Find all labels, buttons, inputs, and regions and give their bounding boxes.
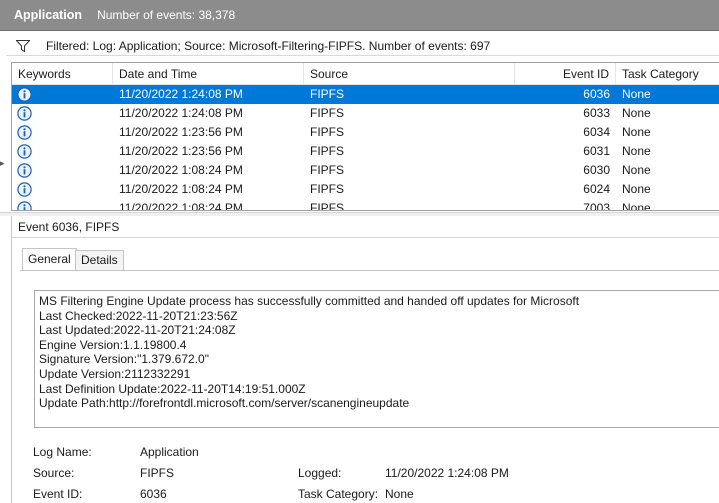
cell-task-category: None: [622, 106, 651, 120]
table-row[interactable]: 11/20/2022 1:08:24 PM FIPFS 6024 None: [12, 180, 719, 199]
cell-source: FIPFS: [310, 125, 345, 139]
logged-label: Logged:: [298, 466, 342, 480]
source-label: Source:: [33, 466, 75, 480]
message-line: Update Version:2112332291: [39, 366, 191, 381]
message-line: Last Checked:2022-11-20T21:23:56Z: [39, 308, 238, 323]
message-line: Signature Version:"1.379.672.0": [39, 352, 209, 367]
info-icon: [17, 106, 32, 121]
general-tab-panel: MS Filtering Engine Update process has s…: [20, 270, 719, 503]
events-table: Keywords Date and Time Source Event ID T…: [11, 62, 719, 211]
tab-general[interactable]: General: [22, 248, 77, 270]
cell-event-id: 6024: [583, 182, 610, 196]
cell-date-time: 11/20/2022 1:08:24 PM: [119, 201, 243, 211]
log-name-label: Log Name:: [33, 445, 92, 459]
message-line: Last Updated:2022-11-20T21:24:08Z: [39, 323, 236, 338]
table-row[interactable]: 11/20/2022 1:24:08 PM FIPFS 6036 None: [12, 85, 719, 104]
info-icon: [17, 125, 32, 140]
column-event-id[interactable]: Event ID: [515, 63, 616, 85]
cell-event-id: 6033: [583, 106, 610, 120]
task-category-label: Task Category:: [298, 487, 379, 501]
cell-source: FIPFS: [310, 144, 345, 158]
cell-task-category: None: [622, 201, 651, 211]
message-line: MS Filtering Engine Update process has s…: [39, 294, 580, 308]
event-count: Number of events: 38,378: [97, 8, 236, 22]
cell-event-id: 6036: [583, 87, 610, 101]
detail-title: Event 6036, FIPFS: [12, 216, 719, 238]
cell-source: FIPFS: [310, 106, 345, 120]
task-category-value: None: [385, 487, 414, 501]
cell-source: FIPFS: [310, 201, 345, 211]
log-name-value: Application: [140, 445, 199, 459]
table-row[interactable]: 11/20/2022 1:24:08 PM FIPFS 6033 None: [12, 104, 719, 123]
cell-task-category: None: [622, 182, 651, 196]
cell-date-time: 11/20/2022 1:08:24 PM: [119, 163, 243, 177]
cell-date-time: 11/20/2022 1:23:56 PM: [119, 125, 243, 139]
cell-event-id: 6034: [583, 125, 610, 139]
filter-text: Filtered: Log: Application; Source: Micr…: [46, 38, 491, 53]
table-row[interactable]: 11/20/2022 1:23:56 PM FIPFS 6031 None: [12, 142, 719, 161]
cell-source: FIPFS: [310, 182, 345, 196]
cell-date-time: 11/20/2022 1:23:56 PM: [119, 144, 243, 158]
message-line: Engine Version:1.1.19800.4: [39, 337, 187, 352]
info-icon: [17, 201, 32, 210]
cell-task-category: None: [622, 163, 651, 177]
column-source[interactable]: Source: [304, 63, 515, 85]
source-value: FIPFS: [140, 466, 175, 480]
message-line: Last Definition Update:2022-11-20T14:19:…: [39, 381, 306, 396]
column-task-category[interactable]: Task Category: [616, 63, 719, 85]
cell-event-id: 6030: [583, 163, 610, 177]
event-detail-pane: Event 6036, FIPFS General Details MS Fil…: [11, 216, 719, 503]
cell-date-time: 11/20/2022 1:24:08 PM: [119, 106, 243, 120]
table-row[interactable]: 11/20/2022 1:23:56 PM FIPFS 6034 None: [12, 123, 719, 142]
message-line: Update Path:http://forefrontdl.microsoft…: [39, 396, 410, 411]
side-marker: ▸: [0, 158, 5, 168]
info-icon: [17, 144, 32, 159]
cell-event-id: 7003: [583, 201, 610, 211]
cell-task-category: None: [622, 87, 651, 101]
info-icon: [17, 163, 32, 178]
event-message-box[interactable]: MS Filtering Engine Update process has s…: [34, 290, 719, 428]
log-title: Application: [14, 8, 83, 22]
cell-source: FIPFS: [310, 87, 345, 101]
column-date-time[interactable]: Date and Time: [113, 63, 304, 85]
info-icon: [17, 87, 32, 102]
logged-value: 11/20/2022 1:24:08 PM: [385, 466, 509, 480]
filter-bar: Filtered: Log: Application; Source: Micr…: [6, 36, 719, 56]
log-header-bar: Application Number of events: 38,378: [0, 0, 719, 31]
event-id-value: 6036: [140, 487, 167, 501]
cell-date-time: 11/20/2022 1:08:24 PM: [119, 182, 243, 196]
cell-event-id: 6031: [583, 144, 610, 158]
tab-details[interactable]: Details: [75, 250, 124, 270]
table-row[interactable]: 11/20/2022 1:08:24 PM FIPFS 6030 None: [12, 161, 719, 180]
cell-task-category: None: [622, 125, 651, 139]
cell-task-category: None: [622, 144, 651, 158]
table-header: Keywords Date and Time Source Event ID T…: [12, 63, 719, 85]
cell-source: FIPFS: [310, 163, 345, 177]
info-icon: [17, 182, 32, 197]
table-row[interactable]: 11/20/2022 1:08:24 PM FIPFS 7003 None: [12, 199, 719, 211]
event-id-label: Event ID:: [33, 487, 83, 501]
cell-date-time: 11/20/2022 1:24:08 PM: [119, 87, 243, 101]
funnel-icon: [16, 39, 30, 52]
column-keywords[interactable]: Keywords: [12, 63, 113, 85]
